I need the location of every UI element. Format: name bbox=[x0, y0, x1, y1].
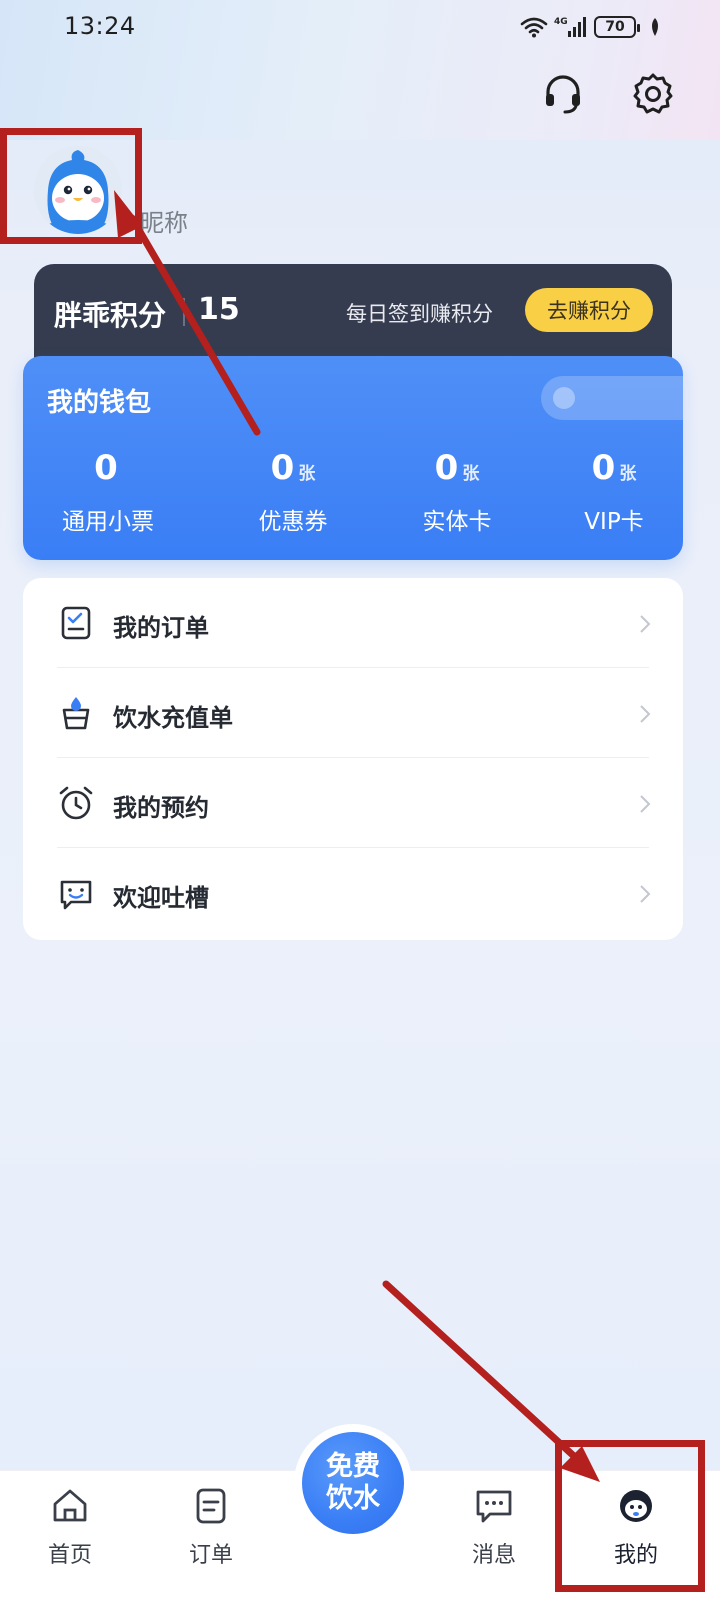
nav-messages[interactable]: 消息 bbox=[444, 1485, 544, 1569]
profile-face-icon bbox=[620, 1490, 652, 1522]
wallet-unit: 张 bbox=[619, 464, 637, 484]
nickname-text[interactable]: 昵称 bbox=[140, 203, 188, 238]
menu-item-my-reservations[interactable]: 我的预约 bbox=[23, 758, 683, 848]
earn-points-button[interactable]: 去赚积分 bbox=[525, 288, 653, 332]
menu-list: 我的订单 饮水充值单 我的预约 欢迎吐槽 bbox=[23, 578, 683, 940]
status-icons: 4G 70 bbox=[520, 14, 662, 40]
points-label: 胖乖积分 bbox=[54, 299, 167, 332]
wallet-toggle[interactable] bbox=[541, 376, 683, 420]
chevron-right-icon bbox=[640, 615, 651, 633]
toggle-knob bbox=[553, 387, 575, 409]
gear-icon bbox=[633, 73, 673, 114]
menu-item-water-recharge[interactable]: 饮水充值单 bbox=[23, 668, 683, 758]
battery-level: 70 bbox=[605, 19, 625, 35]
home-icon bbox=[53, 1489, 87, 1522]
free-water-line2: 饮水 bbox=[326, 1483, 380, 1514]
wallet-unit: 张 bbox=[462, 464, 480, 484]
message-icon bbox=[476, 1490, 512, 1523]
points-divider bbox=[183, 298, 185, 326]
wallet-count: 0 bbox=[94, 448, 118, 488]
free-water-line1: 免费 bbox=[326, 1451, 380, 1482]
points-card: 胖乖积分 15 每日签到赚积分 去赚积分 bbox=[34, 264, 672, 364]
wallet-label: 优惠券 bbox=[258, 509, 328, 535]
nav-label: 订单 bbox=[188, 1543, 233, 1568]
wallet-label: VIP卡 bbox=[584, 509, 644, 535]
wallet-count: 0 bbox=[270, 448, 295, 488]
wallet-item-tickets[interactable]: 0 通用小票 bbox=[28, 448, 188, 536]
menu-item-label: 我的预约 bbox=[113, 794, 209, 822]
wallet-items: 0 通用小票 0张 优惠券 0张 实体卡 0张 VIP卡 bbox=[23, 448, 683, 538]
menu-item-label: 饮水充值单 bbox=[113, 704, 233, 732]
wallet-title: 我的钱包 bbox=[47, 388, 152, 418]
cellular-signal-icon: 4G bbox=[554, 17, 586, 37]
water-cup-icon bbox=[62, 697, 90, 730]
menu-item-label: 欢迎吐槽 bbox=[113, 884, 209, 912]
wallet-label: 实体卡 bbox=[422, 509, 492, 535]
avatar[interactable] bbox=[34, 146, 122, 234]
battery-icon: 70 bbox=[594, 16, 640, 38]
annotation-arrow-mine bbox=[382, 1280, 600, 1482]
wallet-card: 我的钱包 0 通用小票 0张 优惠券 0张 实体卡 0张 VIP卡 bbox=[23, 356, 683, 560]
penguin-avatar-icon bbox=[34, 146, 122, 234]
order-checklist-icon bbox=[61, 606, 91, 640]
points-hint: 每日签到赚积分 bbox=[346, 302, 493, 326]
wifi-icon bbox=[520, 17, 548, 38]
nav-mine[interactable]: 我的 bbox=[586, 1485, 686, 1569]
nav-label: 首页 bbox=[47, 1543, 92, 1568]
wallet-unit: 张 bbox=[298, 464, 316, 484]
nav-label: 消息 bbox=[471, 1543, 516, 1568]
chevron-right-icon bbox=[640, 705, 651, 723]
settings-button[interactable] bbox=[631, 72, 675, 116]
alarm-clock-icon bbox=[59, 786, 93, 820]
headset-icon bbox=[546, 75, 580, 114]
chevron-right-icon bbox=[640, 885, 651, 903]
wallet-item-physical-cards[interactable]: 0张 实体卡 bbox=[377, 448, 537, 536]
chevron-right-icon bbox=[640, 795, 651, 813]
wallet-item-vip-cards[interactable]: 0张 VIP卡 bbox=[534, 448, 694, 536]
wallet-label: 通用小票 bbox=[62, 509, 154, 535]
menu-item-feedback[interactable]: 欢迎吐槽 bbox=[23, 848, 683, 938]
order-doc-icon bbox=[196, 1488, 226, 1524]
free-water-button[interactable]: 免费 饮水 bbox=[302, 1432, 404, 1534]
menu-item-label: 我的订单 bbox=[113, 614, 209, 642]
network-label: 4G bbox=[554, 17, 568, 27]
nav-label: 我的 bbox=[613, 1543, 658, 1568]
nav-home[interactable]: 首页 bbox=[20, 1485, 120, 1569]
wallet-item-coupons[interactable]: 0张 优惠券 bbox=[213, 448, 373, 536]
status-time: 13:24 bbox=[64, 12, 136, 40]
wallet-count: 0 bbox=[434, 448, 459, 488]
customer-service-button[interactable] bbox=[541, 72, 585, 116]
points-value: 15 bbox=[198, 292, 240, 327]
leaf-icon bbox=[652, 18, 658, 36]
feedback-chat-icon bbox=[60, 880, 92, 910]
wallet-count: 0 bbox=[591, 448, 616, 488]
nav-orders[interactable]: 订单 bbox=[161, 1485, 261, 1569]
menu-item-my-orders[interactable]: 我的订单 bbox=[23, 578, 683, 668]
status-bar: 13:24 4G 70 bbox=[0, 0, 720, 56]
